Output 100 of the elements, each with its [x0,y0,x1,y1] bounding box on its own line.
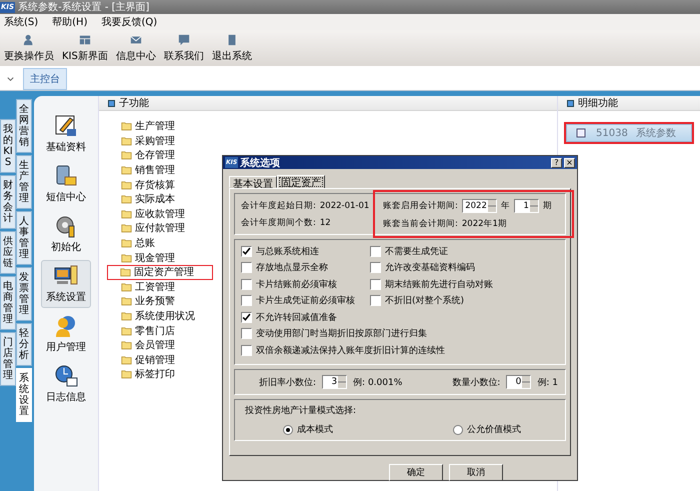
module-tab[interactable]: 发票管理 [16,267,32,321]
window-title: 系统参数-系统设置 - [主界面] [18,0,150,14]
checkbox-option[interactable]: 期末结账前先进行自动对账 [370,278,559,291]
folder-icon [121,282,132,292]
module-tab[interactable]: 财务会计 [0,175,16,229]
tree-item[interactable]: 实际成本 [107,192,212,207]
period-spinner[interactable]: 1 [514,198,539,212]
folder-icon [121,150,132,160]
tree-item[interactable]: 存货核算 [107,177,212,192]
folder-icon [121,208,132,219]
field-label: 账套当前会计期间: [383,218,458,230]
field-label: 账套启用会计期间: [383,200,458,212]
tree-item[interactable]: 仓存管理 [107,148,212,163]
help-button[interactable]: ? [551,158,562,168]
folder-icon [121,223,132,234]
checkbox-option[interactable]: 变动使用部门时当期折旧按原部门进行归集 [241,327,427,340]
sidebar-item[interactable]: 用户管理 [41,310,91,358]
menu-item[interactable]: 系统(S) [4,15,38,29]
folder-icon [121,369,132,380]
tree-item[interactable]: 固定资产管理 [107,264,213,280]
panel-title: 明细功能 [578,96,618,110]
folder-icon [121,180,132,190]
decimal-spinner[interactable]: 3 [322,375,348,389]
sidebar-item[interactable]: 系统设置 [41,260,91,308]
toolbar-button[interactable]: KIS新界面 [60,34,110,62]
person-icon [54,314,78,338]
year-spinner[interactable]: 2022 [462,198,497,212]
tree-item[interactable]: 应付款管理 [107,221,212,236]
sidebar-item[interactable]: 初始化 [41,210,91,258]
tree-item[interactable]: 销售管理 [107,162,212,178]
field-label: 折旧率小数位: [259,376,316,388]
dialog-title: 系统选项 [240,156,282,170]
toolbar-button[interactable]: 退出系统 [210,34,254,62]
checkbox-option[interactable]: 存放地点显示全称 [241,261,370,274]
phone-icon [54,164,78,188]
chevron-icon[interactable] [6,75,15,84]
folder-icon [121,252,132,263]
checkmark-icon [242,246,251,256]
checkbox-option[interactable]: 卡片结账前必须审核 [241,278,370,291]
module-tab[interactable]: 生产管理 [16,155,32,209]
checkbox-option[interactable]: 卡片生成凭证前必须审核 [241,294,370,308]
tree-item[interactable]: 促销管理 [107,352,212,368]
module-tab[interactable]: 电商管理 [0,276,16,330]
tree-item[interactable]: 标签打印 [107,367,212,382]
radio-option[interactable]: 成本模式 [283,423,333,436]
sidebar-item[interactable]: 基础资料 [41,110,91,158]
tree-item[interactable]: 系统使用状况 [107,308,212,324]
speech-bubble-icon [178,34,190,46]
folder-icon [121,340,132,350]
folder-icon [121,326,132,336]
checkbox-option[interactable]: 允许改变基础资料编码 [370,261,559,274]
toolbar-button[interactable]: 更换操作员 [2,34,56,62]
sidebar-item[interactable]: 短信中心 [41,160,91,208]
tab[interactable]: 基本设置 [229,176,277,188]
folder-icon [120,267,131,278]
pencil-icon [54,114,78,138]
example-text: 例: 1 [537,376,558,388]
module-tab[interactable]: 人事管理 [16,211,32,265]
folder-icon [121,311,132,322]
checkbox-option[interactable]: 不需要生成凭证 [370,244,559,258]
tab[interactable]: 主控台 [23,68,67,90]
module-tab[interactable]: 我的KIS [0,119,16,173]
menu-item[interactable]: 帮助(H) [52,15,88,29]
sidebar-item[interactable]: 日志信息 [41,360,91,408]
radio-option[interactable]: 公允价值模式 [453,423,521,436]
decimal-spinner[interactable]: 0 [506,375,532,389]
tree-item[interactable]: 工资管理 [107,280,212,294]
dialog-button[interactable]: 确定 [389,464,443,481]
module-tab[interactable]: 全网营销 [16,99,32,153]
field-value: 2022年1期 [462,218,507,230]
unit-label: 年 [500,200,510,212]
tree-item[interactable]: 现金管理 [107,250,212,265]
checkbox-option[interactable]: 双倍余额递减法保持入账年度折旧计算的连续性 [241,344,445,357]
field-value: 2022-01-01 [320,200,370,210]
tree-item[interactable]: 业务预警 [107,294,212,309]
module-tab[interactable]: 轻分析 [16,323,32,366]
checkbox-option[interactable]: 与总账系统相连 [241,244,370,258]
checkmark-icon [242,312,251,322]
layout-icon [78,34,91,46]
module-tab[interactable]: 门店管理 [0,332,16,386]
toolbar-button[interactable]: 联系我们 [162,34,206,62]
group-label: 投资性房地产计量模式选择: [245,404,358,417]
tree-item[interactable]: 总账 [107,236,212,250]
menu-item[interactable]: 我要反馈(Q) [101,15,158,29]
toolbar-button[interactable]: 信息中心 [114,34,158,62]
folder-icon [121,238,132,248]
module-tab[interactable]: 供应链 [0,231,16,274]
dialog-button[interactable]: 取消 [449,464,503,481]
person-icon [23,34,35,46]
tree-item[interactable]: 应收款管理 [107,206,212,222]
close-button[interactable]: × [564,158,575,168]
checkbox-option[interactable]: 不允许转回减值准备 [241,310,370,324]
tree-item[interactable]: 采购管理 [107,134,212,148]
door-icon [226,34,238,46]
tree-item[interactable]: 零售门店 [107,323,212,338]
checkbox-option[interactable]: 不折旧(对整个系统) [370,294,559,308]
tree-item[interactable]: 生产管理 [107,119,212,134]
module-tab[interactable]: 系统设置 [16,368,32,422]
folder-icon [121,121,132,132]
tree-item[interactable]: 会员管理 [107,338,212,352]
